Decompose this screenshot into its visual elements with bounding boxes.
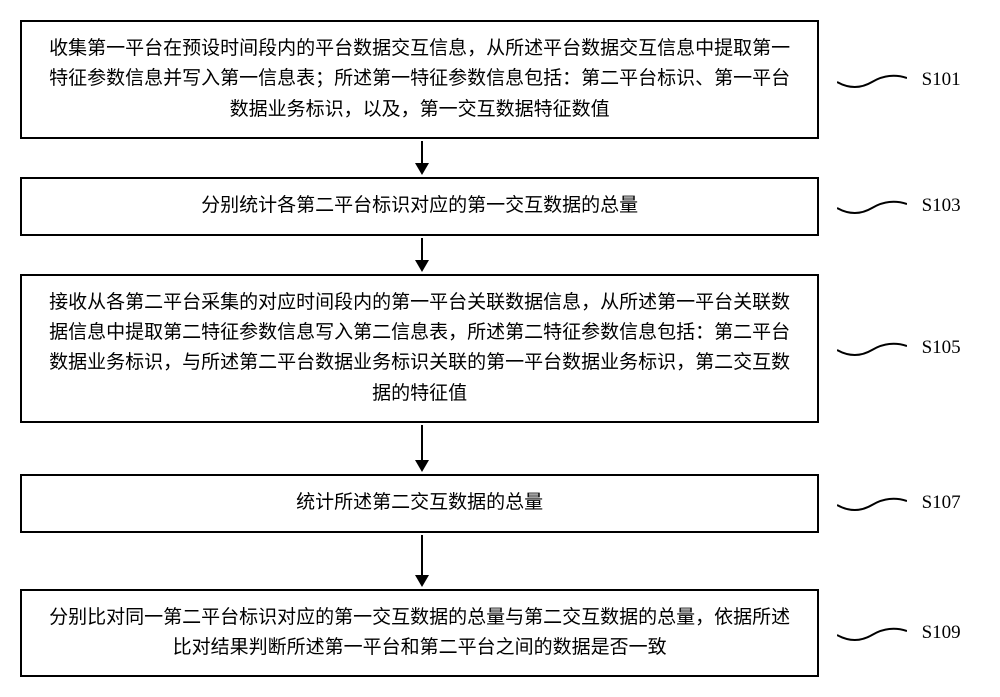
curve-connector-icon [837, 491, 907, 515]
arrow-head-icon [415, 575, 429, 587]
arrow [20, 139, 980, 177]
step-box: 接收从各第二平台采集的对应时间段内的第一平台关联数据信息，从所述第一平台关联数据… [20, 274, 819, 424]
step-box: 分别比对同一第二平台标识对应的第一交互数据的总量与第二交互数据的总量，依据所述比… [20, 589, 819, 678]
arrow-line-icon [421, 535, 423, 575]
step-label: S105 [917, 337, 980, 359]
step-box: 统计所述第二交互数据的总量 [20, 474, 819, 532]
flowchart-step: 统计所述第二交互数据的总量 S107 [20, 474, 980, 532]
connector [819, 491, 916, 515]
arrow-head-icon [415, 460, 429, 472]
flowchart-step: 分别比对同一第二平台标识对应的第一交互数据的总量与第二交互数据的总量，依据所述比… [20, 589, 980, 678]
curve-connector-icon [837, 194, 907, 218]
step-box: 分别统计各第二平台标识对应的第一交互数据的总量 [20, 177, 819, 235]
curve-connector-icon [837, 621, 907, 645]
curve-connector-icon [837, 336, 907, 360]
step-label: S109 [917, 622, 980, 644]
step-box: 收集第一平台在预设时间段内的平台数据交互信息，从所述平台数据交互信息中提取第一特… [20, 20, 819, 139]
flowchart-step: 接收从各第二平台采集的对应时间段内的第一平台关联数据信息，从所述第一平台关联数据… [20, 274, 980, 424]
arrow [20, 533, 980, 589]
step-label: S107 [917, 492, 980, 514]
flowchart-step: 分别统计各第二平台标识对应的第一交互数据的总量 S103 [20, 177, 980, 235]
arrow-head-icon [415, 163, 429, 175]
arrow-line-icon [421, 238, 423, 260]
step-label: S103 [917, 195, 980, 217]
arrow [20, 423, 980, 474]
arrow-line-icon [421, 425, 423, 460]
step-label: S101 [917, 69, 980, 91]
flowchart-step: 收集第一平台在预设时间段内的平台数据交互信息，从所述平台数据交互信息中提取第一特… [20, 20, 980, 139]
flowchart: 收集第一平台在预设时间段内的平台数据交互信息，从所述平台数据交互信息中提取第一特… [20, 20, 980, 677]
connector [819, 194, 916, 218]
connector [819, 68, 916, 92]
connector [819, 336, 916, 360]
connector [819, 621, 916, 645]
arrow-line-icon [421, 141, 423, 163]
curve-connector-icon [837, 68, 907, 92]
arrow [20, 236, 980, 274]
arrow-head-icon [415, 260, 429, 272]
